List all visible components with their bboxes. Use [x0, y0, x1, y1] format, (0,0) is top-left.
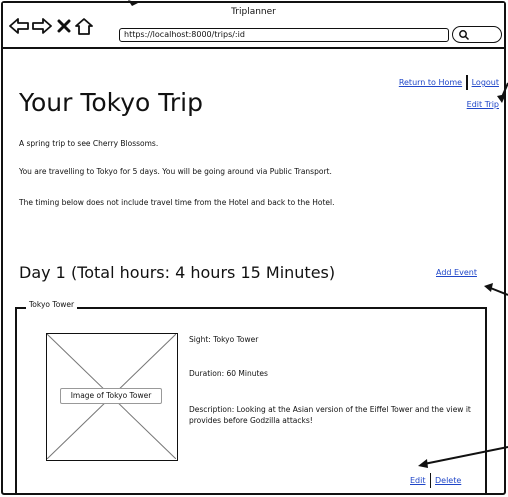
event-actions: Edit Delete [410, 473, 461, 488]
forward-arrow-icon[interactable] [32, 17, 52, 35]
window-title: Triplanner [231, 7, 276, 17]
trip-summary: A spring trip to see Cherry Blossoms. [19, 139, 159, 148]
event-description: Description: Looking at the Asian versio… [189, 405, 471, 425]
browser-search-field[interactable] [452, 26, 502, 43]
search-icon [459, 30, 470, 41]
back-arrow-icon[interactable] [9, 17, 29, 35]
link-divider [466, 75, 468, 90]
home-icon[interactable] [74, 17, 94, 35]
trip-details: You are travelling to Tokyo for 5 days. … [19, 167, 332, 176]
browser-toolbar: Triplanner https://localhost:8000/trips/… [3, 3, 504, 49]
event-card-title: Tokyo Tower [26, 300, 78, 309]
delete-event-link[interactable]: Delete [435, 476, 461, 485]
return-home-link[interactable]: Return to Home [399, 78, 462, 87]
event-duration: Duration: 60 Minutes [189, 369, 268, 378]
edit-event-link[interactable]: Edit [410, 476, 426, 485]
event-image-label: Image of Tokyo Tower [60, 388, 162, 404]
close-icon[interactable] [54, 17, 74, 35]
edit-trip-link[interactable]: Edit Trip [467, 100, 499, 109]
day-heading: Day 1 (Total hours: 4 hours 15 Minutes) [19, 263, 336, 282]
timing-note: The timing below does not include travel… [19, 198, 335, 207]
event-sight: Sight: Tokyo Tower [189, 335, 259, 344]
action-divider [429, 473, 431, 488]
address-bar[interactable]: https://localhost:8000/trips/:id [119, 28, 449, 42]
page-title: Your Tokyo Trip [19, 88, 203, 117]
add-event-link[interactable]: Add Event [436, 268, 477, 277]
header-links: Return to Home Logout [399, 75, 499, 90]
logout-link[interactable]: Logout [472, 78, 499, 87]
